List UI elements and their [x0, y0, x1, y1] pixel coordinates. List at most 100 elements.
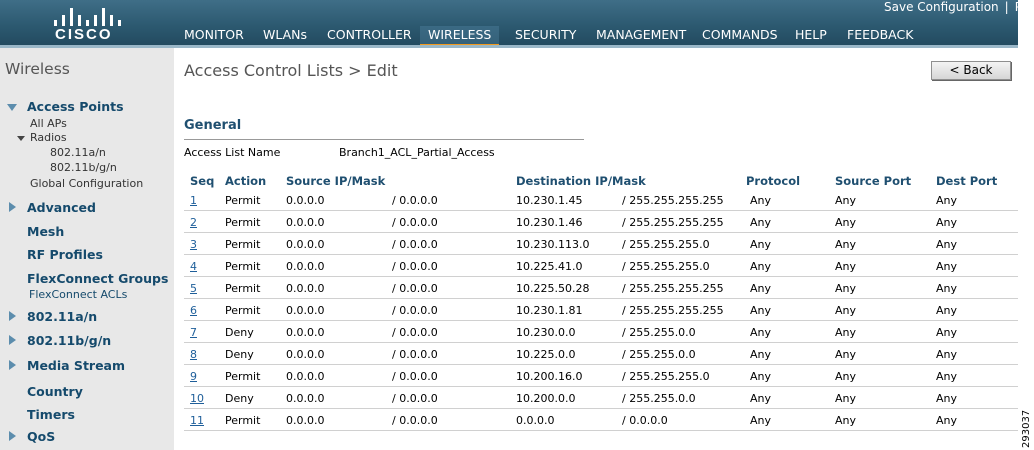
seq-link[interactable]: 5 — [190, 282, 197, 295]
cell-dest-port: Any — [936, 216, 958, 229]
cell-source-mask: / 0.0.0.0 — [392, 392, 438, 405]
page-title: Access Control Lists > Edit — [184, 61, 398, 80]
collapsed-arrow-icon[interactable] — [9, 202, 16, 212]
column-header-source-port: Source Port — [835, 174, 912, 188]
sidebar-item-all-aps[interactable]: All APs — [30, 117, 67, 130]
sidebar-item-rf-profiles[interactable]: RF Profiles — [27, 247, 103, 262]
util-link-truncated[interactable]: P — [1015, 0, 1022, 14]
column-header-action: Action — [225, 174, 267, 188]
seq-link[interactable]: 10 — [190, 392, 204, 405]
collapsed-arrow-icon[interactable] — [9, 335, 16, 345]
seq-link[interactable]: 3 — [190, 238, 197, 251]
cisco-wordmark: CISCO — [55, 26, 113, 43]
cell-action: Permit — [225, 260, 261, 273]
cell-dest-port: Any — [936, 392, 958, 405]
seq-link[interactable]: 6 — [190, 304, 197, 317]
sidebar-item-country[interactable]: Country — [27, 384, 83, 399]
column-header-protocol: Protocol — [746, 174, 801, 188]
collapsed-arrow-icon[interactable] — [9, 311, 16, 321]
cell-action: Permit — [225, 238, 261, 251]
sidebar-item-radios[interactable]: Radios — [30, 131, 67, 144]
sidebar-item-timers[interactable]: Timers — [27, 407, 75, 422]
cell-destination-ip: 10.200.0.0 — [516, 392, 576, 405]
cell-source-ip: 0.0.0.0 — [286, 216, 325, 229]
cell-destination-mask: / 255.255.255.255 — [622, 194, 724, 207]
cell-action: Deny — [225, 348, 254, 361]
cell-source-ip: 0.0.0.0 — [286, 326, 325, 339]
back-button[interactable]: < Back — [931, 61, 1011, 80]
seq-link[interactable]: 2 — [190, 216, 197, 229]
cell-destination-mask: / 255.255.255.255 — [622, 216, 724, 229]
cell-source-port: Any — [835, 260, 857, 273]
cell-destination-ip: 10.225.41.0 — [516, 260, 583, 273]
cell-source-mask: / 0.0.0.0 — [392, 326, 438, 339]
seq-link[interactable]: 11 — [190, 414, 204, 427]
cell-source-ip: 0.0.0.0 — [286, 370, 325, 383]
utility-links: Save Configuration | P — [884, 0, 1022, 14]
cell-dest-port: Any — [936, 348, 958, 361]
expanded-arrow-icon[interactable] — [17, 136, 25, 141]
cell-destination-mask: / 255.255.255.0 — [622, 238, 710, 251]
cell-source-mask: / 0.0.0.0 — [392, 414, 438, 427]
cisco-bridge-icon — [52, 4, 121, 26]
cell-dest-port: Any — [936, 370, 958, 383]
cell-dest-port: Any — [936, 414, 958, 427]
cell-protocol: Any — [750, 392, 772, 405]
seq-link[interactable]: 7 — [190, 326, 197, 339]
cell-source-port: Any — [835, 392, 857, 405]
cell-source-mask: / 0.0.0.0 — [392, 260, 438, 273]
sidebar-item-media-stream[interactable]: Media Stream — [27, 358, 125, 373]
sidebar-item-flexconnect-acls[interactable]: FlexConnect ACLs — [29, 288, 127, 301]
sidebar-item-band-a[interactable]: 802.11a/n — [27, 309, 97, 324]
cell-source-ip: 0.0.0.0 — [286, 414, 325, 427]
sidebar-item-band-bg[interactable]: 802.11b/g/n — [27, 333, 111, 348]
cell-destination-mask: / 255.255.0.0 — [622, 326, 696, 339]
sidebar-item-qos[interactable]: QoS — [27, 429, 55, 444]
cell-destination-ip: 10.200.16.0 — [516, 370, 583, 383]
save-configuration-link[interactable]: Save Configuration — [884, 0, 999, 14]
cell-dest-port: Any — [936, 194, 958, 207]
cell-source-port: Any — [835, 194, 857, 207]
cell-protocol: Any — [750, 348, 772, 361]
table-row: 1 Permit 0.0.0.0 / 0.0.0.0 10.230.1.45 / 255.… — [184, 189, 1018, 211]
sidebar-item-advanced[interactable]: Advanced — [27, 200, 96, 215]
seq-link[interactable]: 4 — [190, 260, 197, 273]
seq-link[interactable]: 8 — [190, 348, 197, 361]
table-row: 5 Permit 0.0.0.0 / 0.0.0.0 10.225.50.28 / 255… — [184, 277, 1018, 299]
seq-link[interactable]: 9 — [190, 370, 197, 383]
cell-destination-ip: 10.230.1.46 — [516, 216, 583, 229]
sidebar-item-radio-a[interactable]: 802.11a/n — [50, 146, 106, 159]
cell-protocol: Any — [750, 370, 772, 383]
section-title-general: General — [184, 118, 242, 133]
cell-action: Deny — [225, 392, 254, 405]
sidebar-item-global-configuration[interactable]: Global Configuration — [30, 177, 143, 190]
sidebar-item-radio-bg[interactable]: 802.11b/g/n — [50, 161, 117, 174]
cell-protocol: Any — [750, 238, 772, 251]
cell-source-ip: 0.0.0.0 — [286, 348, 325, 361]
column-header-dest-port: Dest Port — [936, 174, 998, 188]
collapsed-arrow-icon[interactable] — [9, 360, 16, 370]
cell-source-port: Any — [835, 414, 857, 427]
cell-source-ip: 0.0.0.0 — [286, 282, 325, 295]
sidebar-item-mesh[interactable]: Mesh — [27, 224, 64, 239]
table-row: 4 Permit 0.0.0.0 / 0.0.0.0 10.225.41.0 / 255.… — [184, 255, 1018, 277]
sidebar-item-flexconnect-groups[interactable]: FlexConnect Groups — [27, 271, 168, 286]
collapsed-arrow-icon[interactable] — [9, 431, 16, 441]
column-header-destination: Destination IP/Mask — [516, 174, 646, 188]
cell-protocol: Any — [750, 414, 772, 427]
table-row: 8 Deny 0.0.0.0 / 0.0.0.0 10.225.0.0 / 255.255… — [184, 343, 1018, 365]
cell-protocol: Any — [750, 282, 772, 295]
cell-destination-mask: / 0.0.0.0 — [622, 414, 668, 427]
cell-action: Permit — [225, 216, 261, 229]
column-header-source: Source IP/Mask — [286, 174, 386, 188]
expanded-arrow-icon[interactable] — [7, 104, 17, 111]
cell-destination-ip: 10.230.1.45 — [516, 194, 583, 207]
table-row: 7 Deny 0.0.0.0 / 0.0.0.0 10.230.0.0 / 255.255… — [184, 321, 1018, 343]
seq-link[interactable]: 1 — [190, 194, 197, 207]
cell-protocol: Any — [750, 194, 772, 207]
sidebar-item-access-points[interactable]: Access Points — [27, 99, 124, 114]
cell-protocol: Any — [750, 304, 772, 317]
cell-source-mask: / 0.0.0.0 — [392, 370, 438, 383]
cell-destination-ip: 10.230.0.0 — [516, 326, 576, 339]
cell-source-port: Any — [835, 370, 857, 383]
